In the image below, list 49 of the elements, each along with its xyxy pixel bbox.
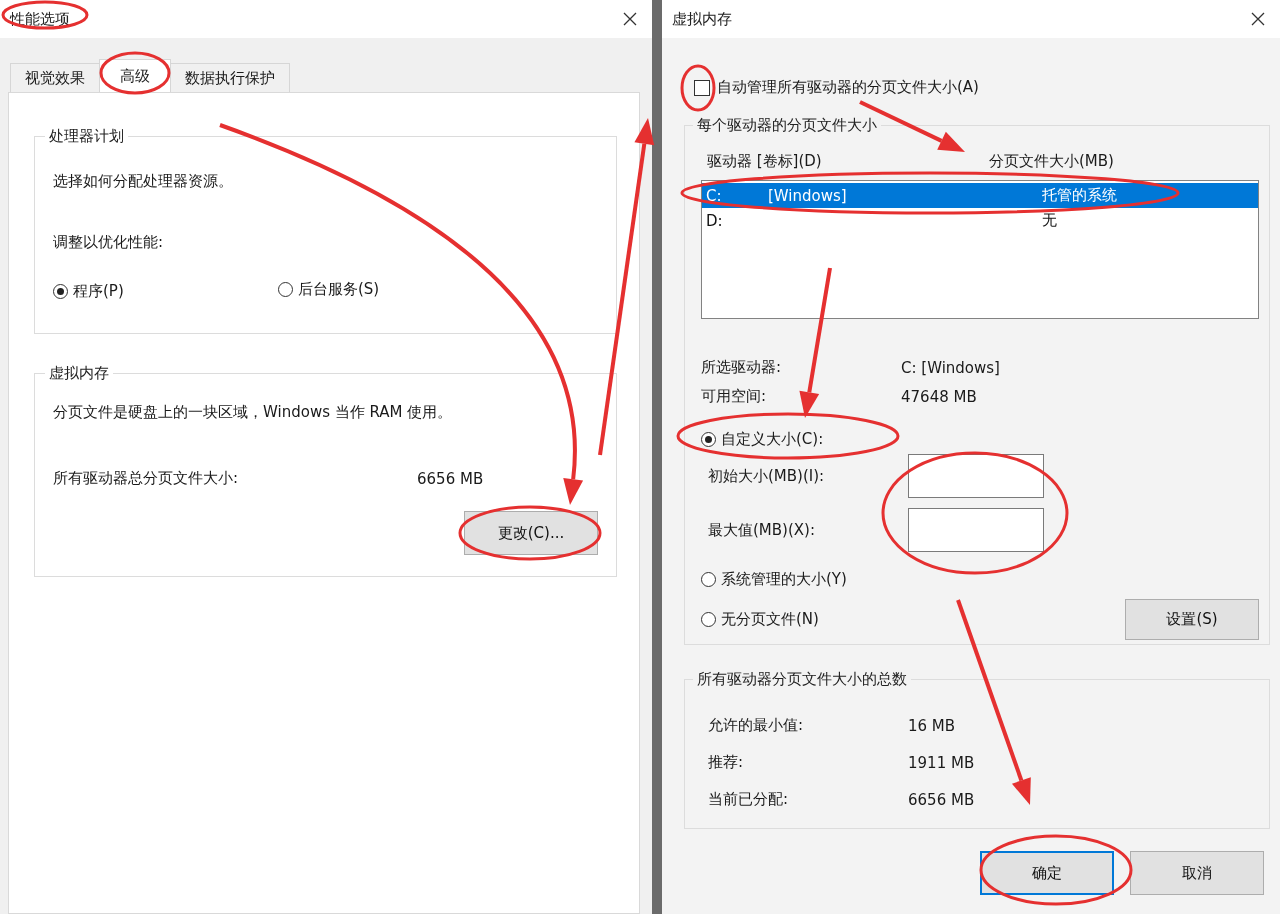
group-title: 所有驱动器分页文件大小的总数 (696, 670, 908, 689)
annotation-ellipse (99, 51, 171, 95)
value-text: 6656 MB (908, 790, 975, 809)
drive-row[interactable]: C: [Windows] 托管的系统 (702, 183, 1258, 208)
value-text: 1911 MB (908, 753, 975, 772)
description-text: 选择如何分配处理器资源。 (53, 172, 233, 191)
tab[interactable]: 数据执行保护 (170, 63, 290, 92)
group-title: 虚拟内存 (48, 364, 110, 383)
tab[interactable]: 视觉效果 (10, 63, 100, 92)
label-text: 允许的最小值: (707, 716, 805, 735)
group-title: 每个驱动器的分页文件大小 (696, 116, 878, 135)
radio-button[interactable] (701, 612, 716, 627)
input-field[interactable] (908, 508, 1044, 552)
label-text: 所有驱动器总分页文件大小: (53, 469, 240, 488)
annotation-ellipse (680, 64, 716, 112)
close-icon[interactable] (1250, 11, 1266, 27)
radio-button[interactable] (701, 572, 716, 587)
input-field[interactable] (908, 454, 1044, 498)
column-header: 分页文件大小(MB) (989, 152, 1115, 171)
field-label: 最大值(MB)(X): (707, 520, 816, 540)
label-text: 调整以优化性能: (53, 233, 164, 252)
dialog-button[interactable]: 取消 (1130, 851, 1264, 895)
radio-button[interactable] (53, 283, 68, 299)
label-text: 所选驱动器: (701, 358, 783, 377)
dialog-button[interactable]: 确定 (980, 851, 1114, 895)
radio-option[interactable]: 后台服务(S) (278, 280, 380, 299)
field-label: 初始大小(MB)(I): (707, 466, 826, 486)
description-text: 分页文件是硬盘上的一块区域，Windows 当作 RAM 使用。 (53, 403, 453, 422)
label-text: 可用空间: (701, 387, 768, 406)
window-title: 虚拟内存 (672, 9, 732, 29)
radio-button[interactable] (278, 282, 293, 297)
group-title: 处理器计划 (48, 127, 125, 146)
column-header: 驱动器 [卷标](D) (707, 152, 823, 171)
auto-manage-checkbox[interactable]: 自动管理所有驱动器的分页文件大小(A) (694, 78, 1270, 97)
radio-option[interactable]: 系统管理的大小(Y) (701, 570, 847, 589)
value-text: C: [Windows] (901, 358, 1000, 377)
value-text: 16 MB (908, 716, 956, 735)
value-text: 6656 MB (417, 469, 484, 488)
change-button[interactable]: 更改(C)... (464, 511, 598, 555)
label-text: 当前已分配: (707, 790, 790, 809)
radio-option[interactable]: 自定义大小(C): (701, 430, 824, 449)
drive-row[interactable]: D: 无 (702, 208, 1258, 233)
radio-button[interactable] (701, 432, 716, 447)
value-text: 47648 MB (901, 387, 977, 406)
close-icon[interactable] (622, 11, 638, 27)
radio-option[interactable]: 无分页文件(N) (701, 610, 819, 629)
radio-option[interactable]: 程序(P) (53, 281, 124, 301)
label-text: 推荐: (707, 753, 745, 772)
set-button[interactable]: 设置(S) (1125, 599, 1259, 640)
